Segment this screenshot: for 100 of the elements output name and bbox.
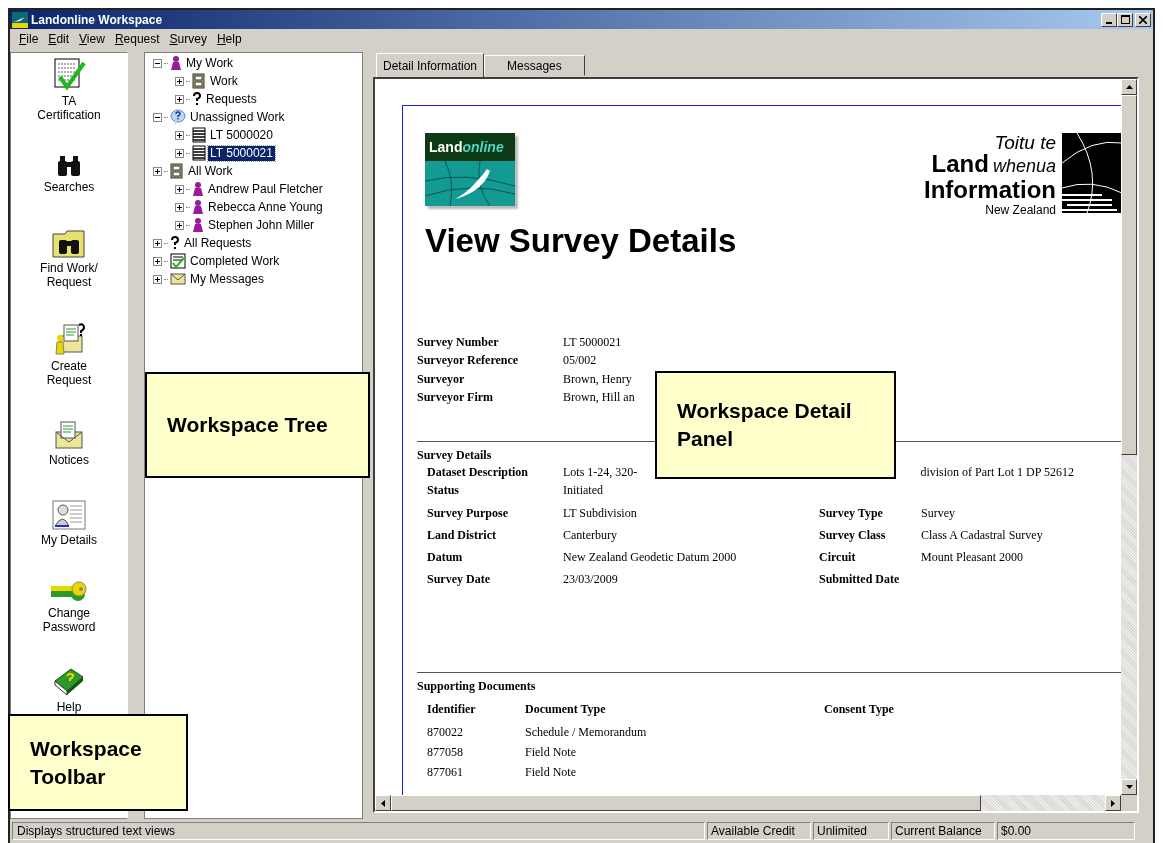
page-title: View Survey Details — [424, 221, 738, 261]
person-icon — [170, 56, 182, 70]
logo-text: whenua — [992, 156, 1056, 177]
table-cell-text: Field Note — [525, 764, 577, 780]
field-value: division of Part Lot 1 DP 52612 — [920, 464, 1074, 480]
left-arrow-icon — [381, 799, 385, 807]
menu-item[interactable]: Help — [211, 32, 247, 46]
scroll-down-button[interactable] — [1121, 779, 1137, 795]
expander-icon[interactable] — [175, 130, 184, 140]
field-label: Survey Number — [417, 334, 500, 350]
tab[interactable]: Detail Information — [376, 53, 485, 77]
scroll-left-button[interactable] — [375, 795, 391, 811]
scroll-up-button[interactable] — [1121, 79, 1137, 95]
section-heading: Survey Details — [417, 448, 493, 463]
person-icon — [192, 218, 204, 232]
expander-icon[interactable] — [175, 202, 184, 212]
field-value: Lots 1-24, 320- — [563, 464, 638, 480]
close-icon — [1139, 15, 1147, 24]
menu-item[interactable]: Edit — [43, 32, 75, 46]
menu-item[interactable]: View — [74, 32, 110, 46]
envelope-icon — [170, 273, 186, 285]
tree-item[interactable]: My Work — [184, 55, 236, 71]
column-header: Consent Type — [824, 701, 894, 717]
expander-icon[interactable] — [153, 58, 162, 68]
window-title: Landonline Workspace — [31, 12, 163, 27]
toolbar-button[interactable]: Find Work/ Request — [19, 225, 119, 289]
toolbar-button[interactable]: Notices — [19, 418, 119, 468]
tree-item[interactable]: Stephen John Miller — [206, 217, 317, 233]
field-label: Surveyor Firm — [417, 390, 495, 406]
field-label: Survey Class — [819, 527, 887, 543]
field-label: Dataset Description — [427, 464, 529, 480]
tree-item[interactable]: LT 5000021 — [208, 145, 275, 161]
tab[interactable]: Messages — [484, 55, 585, 76]
logo-text: Land — [931, 153, 989, 175]
scroll-thumb[interactable] — [391, 795, 981, 811]
expander-icon[interactable] — [175, 220, 184, 230]
map-icon — [425, 161, 515, 206]
minimize-icon — [1106, 21, 1112, 24]
menu-item[interactable]: Request — [109, 32, 165, 46]
expander-icon[interactable] — [153, 238, 162, 248]
field-label: Submitted Date — [819, 571, 901, 587]
status-field: Current Balance — [891, 822, 995, 840]
expander-icon[interactable] — [175, 94, 184, 104]
tree-item[interactable]: Unassigned Work — [188, 109, 287, 125]
scroll-thumb[interactable] — [1121, 95, 1137, 455]
logo-text: online — [462, 139, 504, 155]
question-icon — [170, 236, 180, 250]
book-icon — [53, 666, 85, 697]
column-header: Identifier — [427, 701, 477, 717]
status-field: Unlimited — [813, 822, 889, 840]
tree-item[interactable]: My Messages — [188, 271, 267, 287]
envelope-icon — [54, 420, 84, 451]
minimize-button[interactable] — [1101, 12, 1117, 27]
close-button[interactable] — [1135, 12, 1151, 27]
field-label: Circuit — [819, 549, 857, 565]
tree-item[interactable]: All Requests — [182, 235, 254, 251]
maximize-icon — [1120, 15, 1130, 24]
right-arrow-icon — [1111, 799, 1115, 807]
tree-item[interactable]: Requests — [204, 91, 259, 107]
field-label: Datum — [427, 549, 464, 565]
cabinet-icon — [170, 163, 184, 179]
scroll-right-button[interactable] — [1105, 795, 1121, 811]
status-message: Displays structured text views — [12, 822, 705, 840]
expander-icon[interactable] — [153, 166, 162, 176]
folder-binoculars-icon — [52, 227, 86, 258]
field-value: LT Subdivision — [563, 505, 638, 521]
tree-item[interactable]: Andrew Paul Fletcher — [206, 181, 325, 197]
expander-icon[interactable] — [175, 148, 184, 158]
toolbar-button[interactable]: TA Certification — [19, 55, 119, 122]
expander-icon[interactable] — [175, 76, 184, 86]
expander-icon[interactable] — [153, 274, 162, 284]
table-cell-text: Schedule / Memorandum — [525, 724, 648, 740]
toolbar-button[interactable]: Create Request — [19, 319, 119, 387]
tree-item[interactable]: Completed Work — [188, 253, 282, 269]
field-value: Class A Cadastral Survey — [921, 527, 1043, 543]
tree-item[interactable]: Rebecca Anne Young — [206, 199, 325, 215]
field-value: Brown, Henry — [563, 371, 632, 387]
vertical-scrollbar[interactable] — [1121, 79, 1137, 795]
checklist-icon — [52, 57, 86, 91]
expander-icon[interactable] — [153, 256, 162, 266]
toolbar-button[interactable]: My Details — [19, 498, 119, 548]
section-heading: Supporting Documents — [417, 679, 537, 694]
expander-icon[interactable] — [175, 184, 184, 194]
toolbar-button[interactable]: Help — [19, 664, 119, 714]
maximize-button[interactable] — [1117, 12, 1133, 27]
tree-item[interactable]: LT 5000020 — [208, 127, 275, 143]
field-value: LT 5000021 — [563, 334, 622, 350]
menu-item[interactable]: File — [14, 32, 44, 46]
speech-bubble-icon — [170, 109, 186, 125]
tree-item[interactable]: Work — [208, 73, 240, 89]
field-label: Land District — [427, 527, 497, 543]
field-value: Initiated — [563, 483, 603, 499]
expander-icon[interactable] — [153, 112, 162, 122]
tree-item[interactable]: All Work — [186, 163, 235, 179]
status-field: Available Credit — [707, 822, 811, 840]
toolbar-button[interactable]: Change Password — [19, 578, 119, 634]
table-cell-text: Field Note — [525, 744, 577, 760]
menu-item[interactable]: Survey — [164, 32, 212, 46]
toolbar-button[interactable]: Searches — [19, 153, 119, 195]
person-icon — [192, 200, 204, 214]
